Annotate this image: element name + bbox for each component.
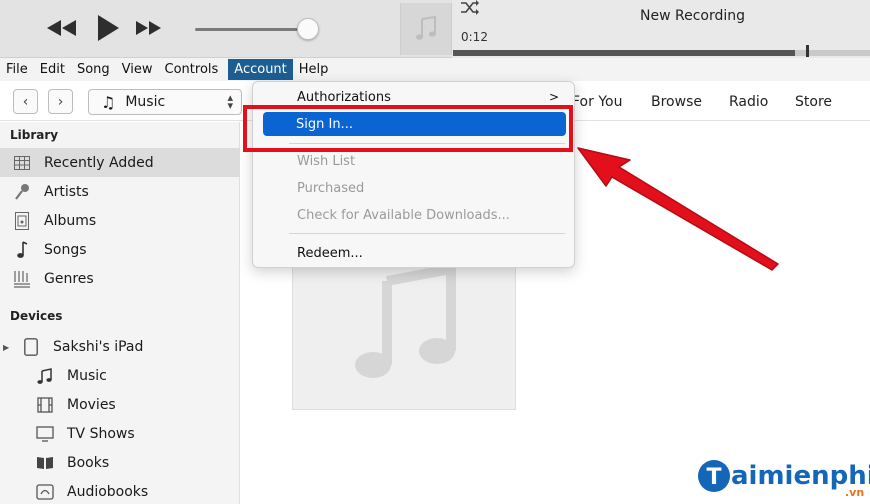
film-icon bbox=[36, 396, 54, 414]
playback-progress-fill bbox=[453, 50, 795, 56]
submenu-arrow-icon: > bbox=[548, 90, 559, 104]
genres-icon bbox=[13, 270, 31, 288]
menu-item-purchased: Purchased bbox=[254, 176, 573, 200]
book-icon bbox=[36, 454, 54, 472]
annotation-highlight-box bbox=[243, 105, 573, 152]
fast-forward-icon bbox=[136, 21, 161, 35]
sidebar-item-device-music[interactable]: Music bbox=[0, 361, 240, 390]
rewind-icon bbox=[47, 20, 76, 36]
next-track-button[interactable] bbox=[132, 13, 166, 43]
menu-view[interactable]: View bbox=[116, 59, 159, 80]
play-icon bbox=[98, 15, 119, 41]
ipad-icon bbox=[22, 337, 40, 356]
media-kind-select[interactable]: ♫ Music ▴ ▾ bbox=[88, 89, 242, 115]
sidebar-item-label: Recently Added bbox=[44, 154, 154, 171]
devices-heading: Devices bbox=[10, 309, 63, 323]
sidebar-item-label: Albums bbox=[44, 212, 97, 229]
music-note-icon bbox=[36, 367, 54, 385]
sidebar-item-label: Music bbox=[67, 367, 107, 384]
sidebar-item-label: TV Shows bbox=[67, 425, 135, 442]
music-note-icon bbox=[355, 263, 456, 378]
menu-item-check-downloads: Check for Available Downloads... bbox=[254, 203, 573, 227]
audiobook-icon bbox=[36, 483, 54, 501]
svg-text:T: T bbox=[706, 465, 721, 490]
updown-caret-icon: ▴ ▾ bbox=[227, 91, 233, 112]
album-icon bbox=[13, 211, 31, 230]
sidebar-item-device-movies[interactable]: Movies bbox=[0, 390, 240, 419]
sidebar-item-device-tv-shows[interactable]: TV Shows bbox=[0, 419, 240, 448]
sidebar-item-artists[interactable]: Artists bbox=[0, 177, 240, 206]
menu-item-label: Check for Available Downloads... bbox=[297, 207, 510, 223]
playback-progress-marker bbox=[806, 45, 809, 57]
volume-slider[interactable] bbox=[195, 28, 310, 31]
sidebar-item-label: Artists bbox=[44, 183, 89, 200]
menu-item-label: Redeem... bbox=[297, 245, 363, 261]
tab-for-you[interactable]: For You bbox=[572, 94, 622, 110]
microphone-icon bbox=[13, 183, 31, 201]
sidebar-item-albums[interactable]: Albums bbox=[0, 206, 240, 235]
media-kind-label: Music bbox=[125, 94, 166, 110]
now-playing-title: New Recording bbox=[640, 8, 746, 24]
forward-button[interactable]: › bbox=[48, 89, 73, 114]
sidebar-item-songs[interactable]: Songs bbox=[0, 235, 240, 264]
taimienphi-logo-icon: T bbox=[698, 460, 730, 492]
menu-edit[interactable]: Edit bbox=[34, 59, 71, 80]
menu-account[interactable]: Account bbox=[228, 59, 293, 80]
sidebar-item-genres[interactable]: Genres bbox=[0, 264, 240, 293]
shuffle-icon[interactable] bbox=[460, 0, 480, 16]
chevron-right-icon: › bbox=[57, 93, 64, 110]
tab-browse[interactable]: Browse bbox=[651, 94, 702, 110]
sidebar-item-device-books[interactable]: Books bbox=[0, 448, 240, 477]
menu-item-label: Purchased bbox=[297, 180, 365, 196]
sidebar-item-device-audiobooks[interactable]: Audiobooks bbox=[0, 477, 240, 504]
menu-file[interactable]: File bbox=[0, 59, 34, 80]
menu-song[interactable]: Song bbox=[71, 59, 116, 80]
tab-store[interactable]: Store bbox=[795, 94, 832, 110]
music-note-icon bbox=[13, 240, 31, 259]
menu-separator bbox=[289, 233, 565, 234]
back-button[interactable]: ‹ bbox=[13, 89, 38, 114]
menu-item-redeem[interactable]: Redeem... bbox=[254, 241, 573, 265]
volume-slider-thumb[interactable] bbox=[297, 18, 319, 40]
play-button[interactable] bbox=[92, 13, 124, 43]
menu-item-label: Wish List bbox=[297, 153, 356, 169]
menu-item-wish-list: Wish List bbox=[254, 149, 573, 173]
sidebar-item-device[interactable]: Sakshi's iPad bbox=[0, 332, 240, 361]
device-name: Sakshi's iPad bbox=[53, 338, 144, 355]
music-note-icon bbox=[416, 16, 436, 40]
now-playing-artwork bbox=[400, 3, 452, 55]
sidebar-item-label: Books bbox=[67, 454, 110, 471]
grid-icon bbox=[13, 154, 31, 172]
previous-track-button[interactable] bbox=[44, 13, 80, 43]
library-heading: Library bbox=[10, 128, 59, 142]
chevron-left-icon: ‹ bbox=[22, 93, 29, 110]
menu-bar: File Edit Song View Controls Account Hel… bbox=[0, 58, 870, 81]
watermark-logo: T aimienphi .vn bbox=[697, 458, 870, 499]
disclosure-triangle-icon[interactable]: ▶ bbox=[3, 343, 9, 352]
sidebar-item-label: Genres bbox=[44, 270, 94, 287]
sidebar-item-recently-added[interactable]: Recently Added bbox=[0, 148, 240, 177]
watermark-suffix: .vn bbox=[845, 486, 865, 499]
player-bar: 0:12 New Recording bbox=[0, 0, 870, 58]
sidebar-item-label: Songs bbox=[44, 241, 87, 258]
elapsed-time: 0:12 bbox=[461, 30, 488, 44]
menu-controls[interactable]: Controls bbox=[159, 59, 225, 80]
music-note-icon: ♫ bbox=[101, 92, 116, 112]
menu-help[interactable]: Help bbox=[293, 59, 335, 80]
tv-icon bbox=[36, 425, 54, 443]
menu-item-label: Authorizations bbox=[297, 89, 391, 105]
tab-radio[interactable]: Radio bbox=[729, 94, 768, 110]
sidebar: Library Recently Added Artists Albums So… bbox=[0, 122, 240, 504]
sidebar-item-label: Movies bbox=[67, 396, 116, 413]
sidebar-item-label: Audiobooks bbox=[67, 483, 149, 500]
